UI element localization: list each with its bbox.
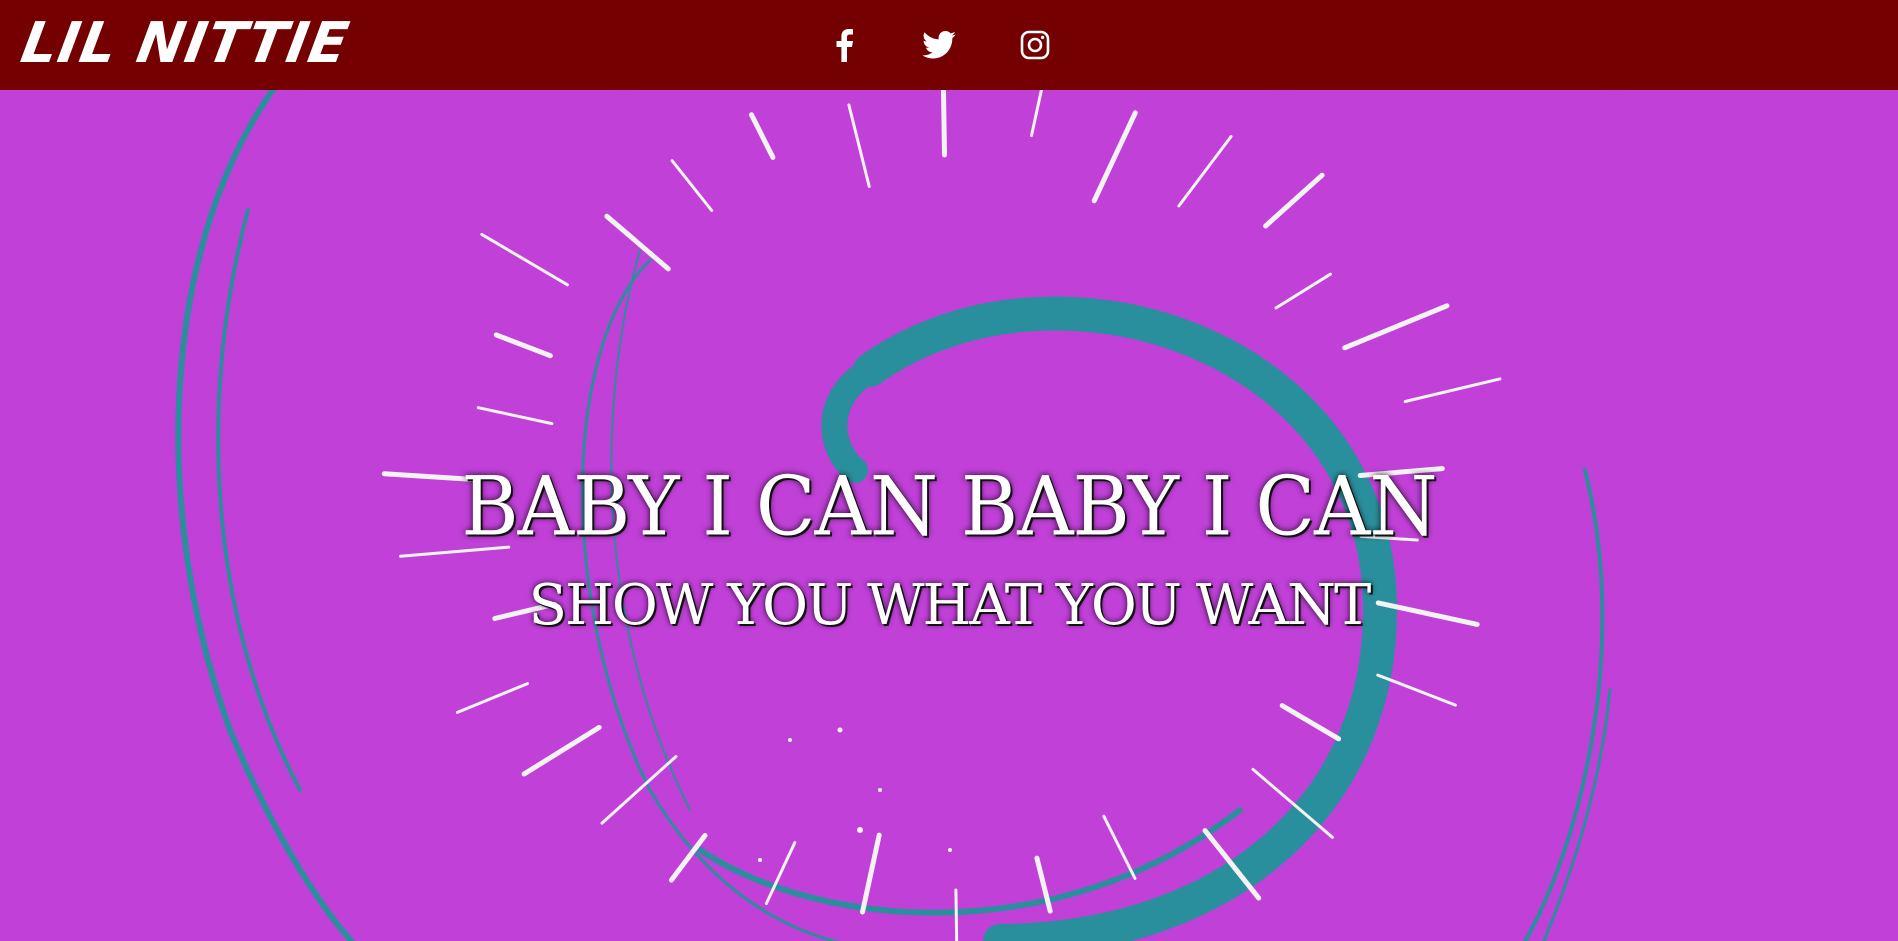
twitter-link[interactable] <box>917 23 961 67</box>
page: LIL NITTIE BABY I CAN BABY I CAN SHOW YO… <box>0 0 1898 941</box>
lyric-line-2: SHOW YOU WHAT YOU WANT <box>528 573 1372 638</box>
site-logo[interactable]: LIL NITTIE <box>16 11 354 76</box>
top-navigation-bar: LIL NITTIE <box>0 0 1898 90</box>
twitter-icon <box>922 31 956 59</box>
hero-video-frame[interactable]: BABY I CAN BABY I CAN SHOW YOU WHAT YOU … <box>0 90 1898 941</box>
facebook-link[interactable] <box>822 23 866 67</box>
lyric-line-1: BABY I CAN BABY I CAN <box>461 459 1437 555</box>
instagram-icon <box>1020 30 1050 60</box>
instagram-link[interactable] <box>1013 23 1057 67</box>
facebook-icon <box>834 28 854 62</box>
